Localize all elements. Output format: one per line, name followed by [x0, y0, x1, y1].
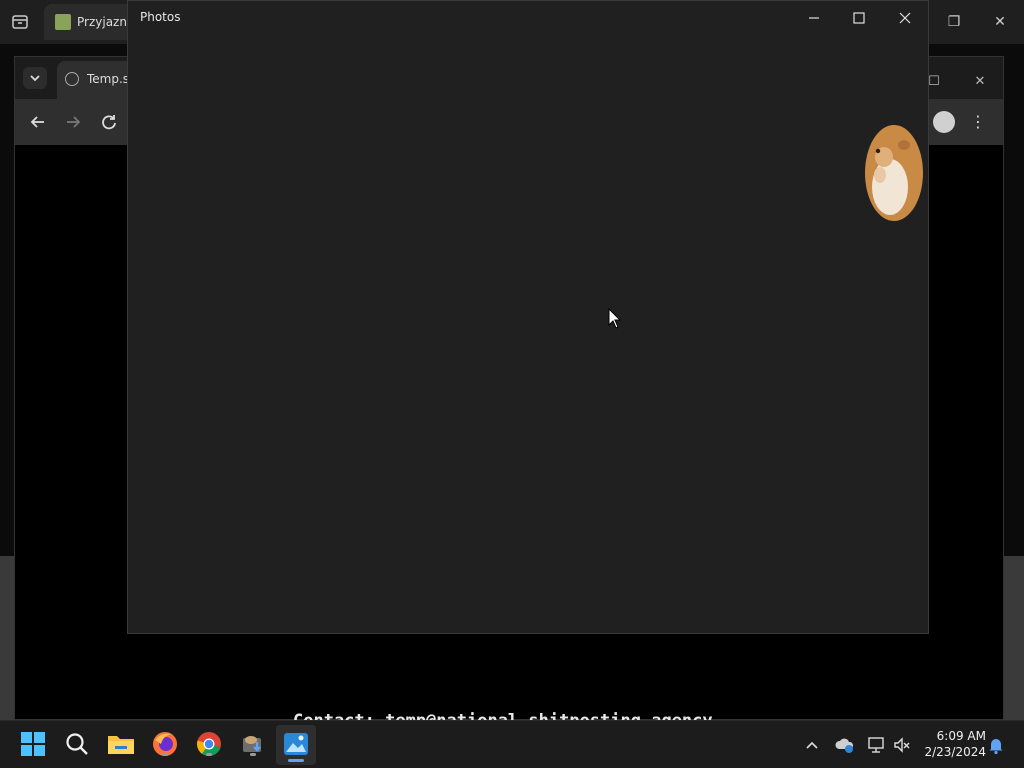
photos-icon [284, 733, 308, 755]
app-button[interactable] [238, 729, 268, 759]
tab-search-icon[interactable] [10, 12, 30, 32]
close-icon [899, 12, 911, 24]
background-edge [0, 556, 14, 720]
globe-icon [65, 72, 79, 86]
tab-title: Przyjazny [77, 15, 135, 29]
running-indicator [162, 753, 168, 756]
favicon-icon [55, 14, 71, 30]
file-explorer-button[interactable] [106, 729, 136, 759]
close-button[interactable] [889, 7, 921, 29]
background-edge [1004, 556, 1024, 720]
close-icon[interactable]: ✕ [971, 73, 989, 91]
arrow-left-icon [30, 116, 44, 128]
running-indicator [206, 753, 212, 756]
onedrive-button[interactable] [835, 735, 855, 755]
network-icon [868, 737, 884, 753]
firefox-button[interactable] [150, 729, 180, 759]
clock[interactable]: 6:09 AM 2/23/2024 [920, 728, 986, 760]
speaker-muted-icon [894, 737, 910, 753]
search-button[interactable] [62, 729, 92, 759]
folder-icon [108, 736, 134, 754]
minimize-button[interactable] [798, 7, 830, 29]
reload-button[interactable] [98, 111, 120, 133]
profile-avatar-icon[interactable] [933, 111, 955, 133]
chrome-button[interactable] [194, 729, 224, 759]
window-title: Photos [140, 10, 181, 24]
reload-icon [102, 115, 116, 130]
arrow-right-icon [67, 116, 81, 128]
show-hidden-icons-button[interactable] [802, 735, 822, 755]
close-icon[interactable]: ✕ [990, 12, 1010, 32]
notifications-button[interactable] [986, 735, 1006, 755]
active-indicator [288, 759, 304, 762]
taskbar: 6:09 AM 2/23/2024 [0, 720, 1024, 768]
clock-time: 6:09 AM [936, 729, 986, 743]
mouse-cursor-icon [608, 308, 622, 329]
restore-icon[interactable]: ❐ [944, 12, 964, 32]
bell-icon [989, 739, 1003, 755]
maximize-icon [853, 12, 865, 24]
hamster-image [865, 125, 923, 221]
photos-taskbar-button[interactable] [276, 725, 316, 765]
chevron-up-icon [806, 741, 818, 749]
running-indicator [250, 753, 256, 756]
photos-window: Photos [127, 0, 929, 634]
volume-button[interactable] [892, 735, 912, 755]
windows-start-icon [21, 732, 45, 756]
chevron-down-icon [30, 75, 40, 82]
search-icon [66, 733, 88, 755]
maximize-button[interactable] [843, 7, 875, 29]
back-button[interactable] [27, 111, 49, 133]
network-button[interactable] [867, 735, 887, 755]
cloud-icon [835, 738, 854, 753]
minimize-icon [809, 17, 819, 19]
more-menu-icon[interactable]: ⋮ [967, 111, 989, 133]
forward-button[interactable] [62, 111, 84, 133]
clock-date: 2/23/2024 [924, 745, 986, 759]
start-button[interactable] [18, 729, 48, 759]
tab-dropdown-button[interactable] [23, 67, 47, 89]
